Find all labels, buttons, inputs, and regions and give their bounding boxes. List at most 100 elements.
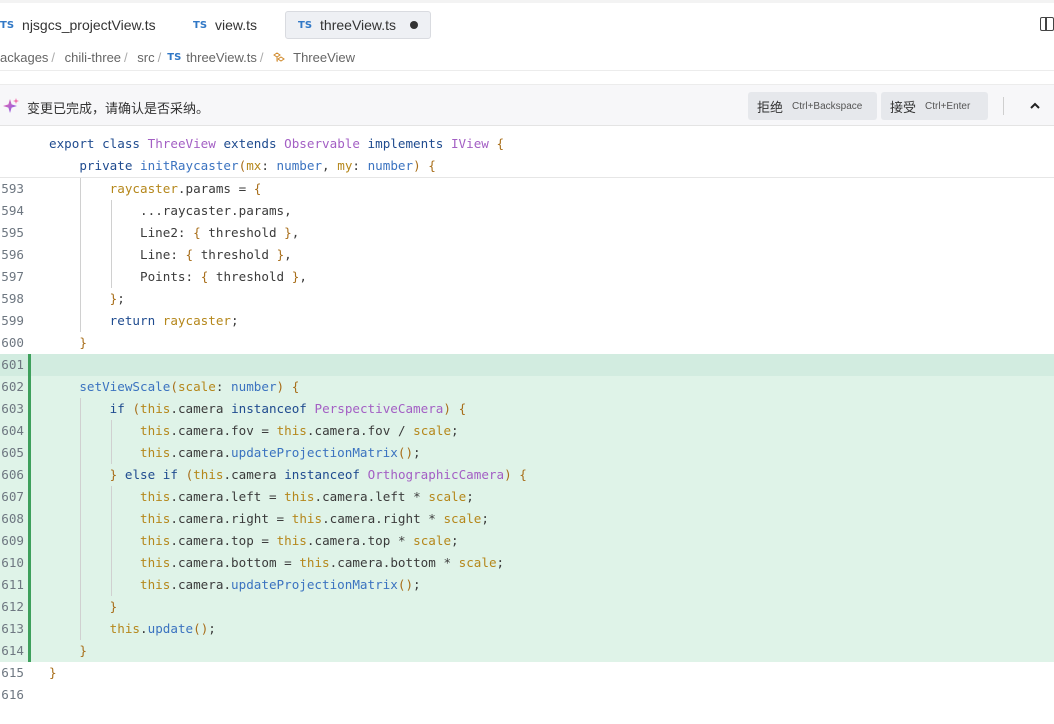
line-number: 609 <box>1 533 24 548</box>
code-line[interactable]: 605 this.camera.updateProjectionMatrix()… <box>0 442 1054 464</box>
code-text: this.camera.top = this.camera.top * scal… <box>140 533 459 548</box>
code-text: private initRaycaster(mx: number, my: nu… <box>79 158 436 173</box>
tab-label: view.ts <box>215 17 258 33</box>
review-message: 变更已完成，请确认是否采纳。 <box>27 101 210 116</box>
line-number: 593 <box>1 181 24 196</box>
code-text: setViewScale(scale: number) { <box>79 379 300 394</box>
unsaved-dot-icon[interactable] <box>410 21 419 29</box>
code-text: this.camera.right = this.camera.right * … <box>140 511 489 526</box>
added-change-marker <box>28 464 31 486</box>
line-number: 612 <box>1 599 24 614</box>
tab-label: threeView.ts <box>320 17 397 33</box>
breadcrumb-item-src[interactable]: src <box>137 50 154 65</box>
tab-view[interactable]: TS view.ts <box>193 9 257 41</box>
change-review-bar: 变更已完成，请确认是否采纳。 拒绝 Ctrl+Backspace 接受 Ctrl… <box>0 84 1054 126</box>
code-text: this.camera.updateProjectionMatrix(); <box>140 577 421 592</box>
line-number: 611 <box>1 577 24 592</box>
code-text: Points: { threshold }, <box>140 269 307 284</box>
added-change-marker <box>28 530 31 552</box>
code-text: this.camera.fov = this.camera.fov / scal… <box>140 423 459 438</box>
code-line[interactable]: 612 } <box>0 596 1054 618</box>
accept-shortcut: Ctrl+Enter <box>925 100 971 112</box>
code-editor[interactable]: export class ThreeView extends Observabl… <box>0 133 1054 706</box>
typescript-file-icon: TS <box>193 19 208 31</box>
breadcrumb-item-packages[interactable]: ackages <box>0 50 48 65</box>
class-symbol-icon <box>273 51 286 62</box>
sticky-scroll-line[interactable]: export class ThreeView extends Observabl… <box>0 133 1054 155</box>
code-line[interactable]: 601 <box>0 354 1054 376</box>
code-text: this.camera.updateProjectionMatrix(); <box>140 445 421 460</box>
added-change-marker <box>28 574 31 596</box>
code-line[interactable]: 610 this.camera.bottom = this.camera.bot… <box>0 552 1054 574</box>
code-text: } <box>79 335 87 350</box>
code-line[interactable]: 593 raycaster.params = { <box>0 178 1054 200</box>
breadcrumb-item-class[interactable]: ThreeView <box>273 50 355 65</box>
code-text: raycaster.params = { <box>109 181 262 196</box>
tab-njsgcs-projectview[interactable]: TS njsgcs_projectView.ts <box>0 9 156 41</box>
split-editor-icon[interactable] <box>1040 17 1054 31</box>
code-line[interactable]: 604 this.camera.fov = this.camera.fov / … <box>0 420 1054 442</box>
line-number: 604 <box>1 423 24 438</box>
line-number: 598 <box>1 291 24 306</box>
code-line[interactable]: 611 this.camera.updateProjectionMatrix()… <box>0 574 1054 596</box>
code-line[interactable]: 606 } else if (this.camera instanceof Or… <box>0 464 1054 486</box>
chevron-up-icon[interactable] <box>1028 99 1042 113</box>
code-line[interactable]: 596 Line: { threshold }, <box>0 244 1054 266</box>
code-line[interactable]: 598 }; <box>0 288 1054 310</box>
added-change-marker <box>28 442 31 464</box>
breadcrumb-item-file[interactable]: TS threeView.ts <box>167 50 257 65</box>
code-line[interactable]: 595 Line2: { threshold }, <box>0 222 1054 244</box>
code-text: if (this.camera instanceof PerspectiveCa… <box>109 401 467 416</box>
code-line[interactable]: 613 this.update(); <box>0 618 1054 640</box>
line-number: 615 <box>1 665 24 680</box>
code-text: } <box>79 643 87 658</box>
line-number: 602 <box>1 379 24 394</box>
code-line[interactable]: 615} <box>0 662 1054 684</box>
code-text: this.camera.bottom = this.camera.bottom … <box>140 555 505 570</box>
code-line[interactable]: 616 <box>0 684 1054 706</box>
line-number: 601 <box>1 357 24 372</box>
line-number: 610 <box>1 555 24 570</box>
code-text: return raycaster; <box>109 313 239 328</box>
typescript-file-icon: TS <box>0 19 15 31</box>
code-line[interactable]: 602 setViewScale(scale: number) { <box>0 376 1054 398</box>
typescript-file-icon: TS <box>167 52 182 63</box>
accept-button[interactable]: 接受 Ctrl+Enter <box>881 92 988 120</box>
sticky-scroll-line[interactable]: private initRaycaster(mx: number, my: nu… <box>0 155 1054 177</box>
code-line[interactable]: 609 this.camera.top = this.camera.top * … <box>0 530 1054 552</box>
code-line[interactable]: 600 } <box>0 332 1054 354</box>
line-number: 605 <box>1 445 24 460</box>
line-number: 608 <box>1 511 24 526</box>
tab-label: njsgcs_projectView.ts <box>22 17 156 33</box>
line-number: 594 <box>1 203 24 218</box>
added-change-marker <box>28 640 31 662</box>
breadcrumb-item-chili-three[interactable]: chili-three <box>65 50 121 65</box>
tab-threeview[interactable]: TS threeView.ts <box>285 11 432 39</box>
added-change-marker <box>28 552 31 574</box>
typescript-file-icon: TS <box>298 19 313 31</box>
code-line[interactable]: 614 } <box>0 640 1054 662</box>
code-text: export class ThreeView extends Observabl… <box>49 136 505 151</box>
added-change-marker <box>28 618 31 640</box>
added-change-marker <box>28 398 31 420</box>
code-line[interactable]: 608 this.camera.right = this.camera.righ… <box>0 508 1054 530</box>
line-number: 600 <box>1 335 24 350</box>
line-number: 616 <box>1 687 24 702</box>
line-number: 597 <box>1 269 24 284</box>
code-line[interactable]: 597 Points: { threshold }, <box>0 266 1054 288</box>
added-change-marker <box>28 376 31 398</box>
line-number: 599 <box>1 313 24 328</box>
code-line[interactable]: 603 if (this.camera instanceof Perspecti… <box>0 398 1054 420</box>
added-change-marker <box>28 508 31 530</box>
added-change-marker <box>28 486 31 508</box>
divider <box>1003 97 1004 115</box>
reject-button[interactable]: 拒绝 Ctrl+Backspace <box>748 92 877 120</box>
line-number: 614 <box>1 643 24 658</box>
code-text: } else if (this.camera instanceof Orthog… <box>109 467 527 482</box>
code-text: } <box>109 599 118 614</box>
added-change-marker <box>28 354 31 376</box>
code-line[interactable]: 594 ...raycaster.params, <box>0 200 1054 222</box>
code-line[interactable]: 599 return raycaster; <box>0 310 1054 332</box>
code-line[interactable]: 607 this.camera.left = this.camera.left … <box>0 486 1054 508</box>
editor-tab-bar: TS njsgcs_projectView.ts TS view.ts TS t… <box>0 0 1054 45</box>
